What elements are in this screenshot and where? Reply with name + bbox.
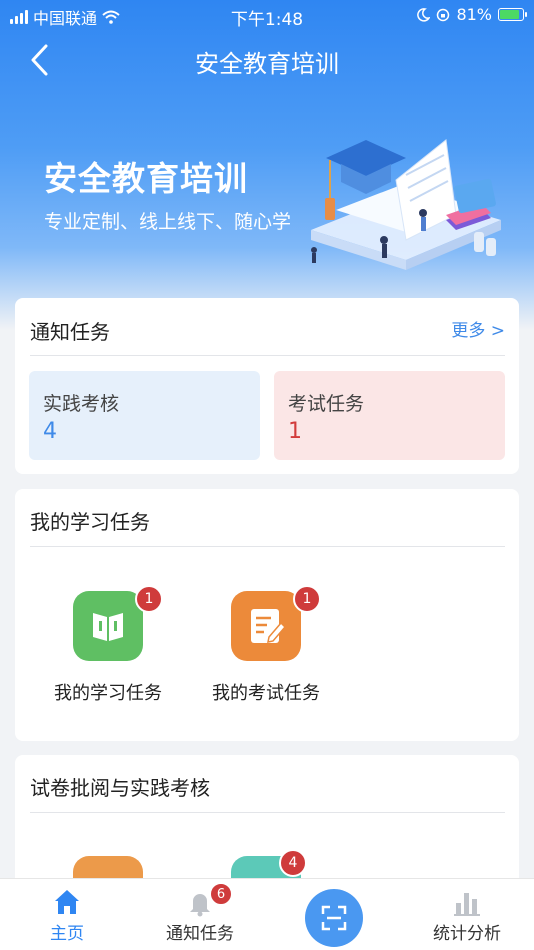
tab-notice-task[interactable]: 通知任务 [140, 879, 260, 950]
tab-statistics[interactable]: 统计分析 [407, 879, 527, 950]
stat-value: 4 [43, 419, 57, 444]
page-title: 安全教育培训 [195, 50, 339, 78]
card-title: 我的学习任务 [30, 510, 150, 534]
tab-label: 通知任务 [166, 924, 234, 944]
scan-button[interactable] [305, 889, 363, 947]
card-title: 试卷批阅与实践考核 [30, 776, 210, 800]
divider [30, 812, 505, 813]
exam-task-stat[interactable]: 考试任务 1 [274, 371, 505, 460]
banner-subtitle: 专业定制、线上线下、随心学 [44, 211, 292, 233]
study-task-card: 我的学习任务 1 我的学习任务 1 我的考试任务 [15, 489, 519, 741]
banner-title: 安全教育培训 [44, 159, 248, 198]
stat-label: 实践考核 [43, 393, 120, 415]
tab-label: 主页 [50, 924, 84, 944]
card-title: 通知任务 [30, 320, 110, 344]
book-icon [73, 591, 143, 661]
notice-task-card: 通知任务 更多 > 实践考核 4 考试任务 1 [15, 298, 519, 474]
my-study-task-entry[interactable]: 1 我的学习任务 [28, 585, 188, 711]
badge: 1 [293, 585, 321, 613]
battery-percent: 81% [456, 5, 492, 24]
rotation-lock-icon [437, 8, 450, 21]
tab-bar: 主页 通知任务 6 统计分析 [0, 878, 534, 950]
divider [30, 546, 505, 547]
education-illustration [311, 139, 501, 270]
battery-icon [498, 8, 527, 21]
tab-home[interactable]: 主页 [7, 879, 127, 950]
moon-icon [417, 7, 431, 22]
app-label: 我的学习任务 [54, 683, 162, 704]
practice-assessment-stat[interactable]: 实践考核 4 [29, 371, 260, 460]
status-bar: 中国联通 下午1:48 81% [0, 0, 534, 30]
bar-chart-icon [454, 893, 480, 916]
exam-edit-icon [231, 591, 301, 661]
badge: 4 [279, 849, 307, 877]
more-link[interactable]: 更多 > [451, 316, 505, 341]
stat-value: 1 [288, 419, 302, 444]
app-label: 我的考试任务 [212, 683, 320, 704]
badge: 1 [135, 585, 163, 613]
tab-label: 统计分析 [433, 924, 501, 944]
my-exam-task-entry[interactable]: 1 我的考试任务 [186, 585, 346, 711]
tab-badge: 6 [210, 883, 232, 905]
stat-label: 考试任务 [288, 393, 365, 415]
scan-icon [321, 905, 347, 931]
nav-bar: 安全教育培训 [0, 30, 534, 90]
review-assessment-card: 试卷批阅与实践考核 4 [15, 755, 519, 926]
home-icon [55, 890, 79, 914]
divider [30, 355, 505, 356]
